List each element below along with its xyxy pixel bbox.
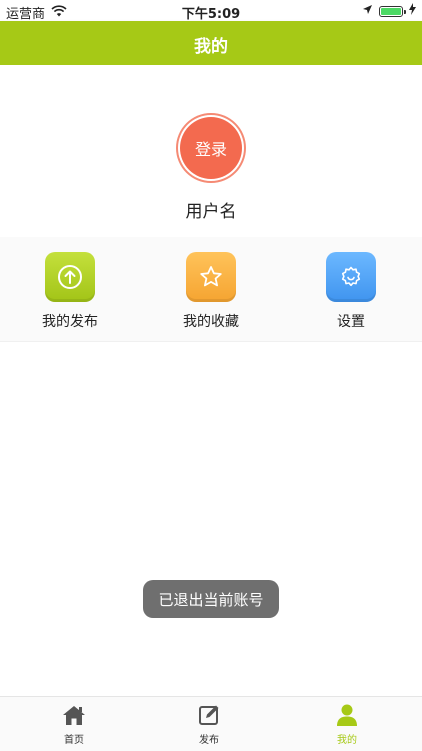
battery-icon: [379, 5, 406, 17]
tab-publish-label: 发布: [199, 735, 219, 746]
my-favorites-button[interactable]: 我的收藏: [161, 252, 261, 331]
page-title: 我的: [194, 37, 228, 57]
nav-bar: 我的: [0, 21, 422, 65]
gear-icon: [326, 252, 376, 302]
tab-mine-label: 我的: [337, 735, 357, 746]
edit-icon: [169, 703, 249, 727]
my-posts-label: 我的发布: [42, 314, 98, 330]
status-time: 下午5:09: [181, 7, 241, 22]
location-arrow-icon: [362, 4, 373, 19]
upload-icon: [45, 252, 95, 302]
tab-home[interactable]: 首页: [34, 703, 114, 746]
tab-publish[interactable]: 发布: [169, 703, 249, 746]
logout-toast: 已退出当前账号: [143, 580, 279, 618]
tab-bar: 首页 发布 我的: [0, 696, 422, 751]
status-bar: 运营商 下午5:09: [0, 0, 422, 22]
charging-bolt-icon: [409, 3, 416, 19]
home-icon: [34, 703, 114, 727]
settings-button[interactable]: 设置: [301, 252, 401, 331]
my-posts-button[interactable]: 我的发布: [20, 252, 120, 331]
my-favorites-label: 我的收藏: [183, 314, 239, 330]
status-right: [362, 3, 416, 19]
tab-mine[interactable]: 我的: [307, 703, 387, 746]
star-icon: [186, 252, 236, 302]
user-icon: [307, 703, 387, 727]
quick-actions: 我的发布 我的收藏 设置: [0, 237, 422, 342]
tab-home-label: 首页: [64, 735, 84, 746]
profile-section: 登录 用户名: [0, 65, 422, 237]
settings-label: 设置: [337, 314, 365, 330]
username-label: 用户名: [185, 202, 237, 222]
login-button[interactable]: 登录: [180, 117, 242, 179]
